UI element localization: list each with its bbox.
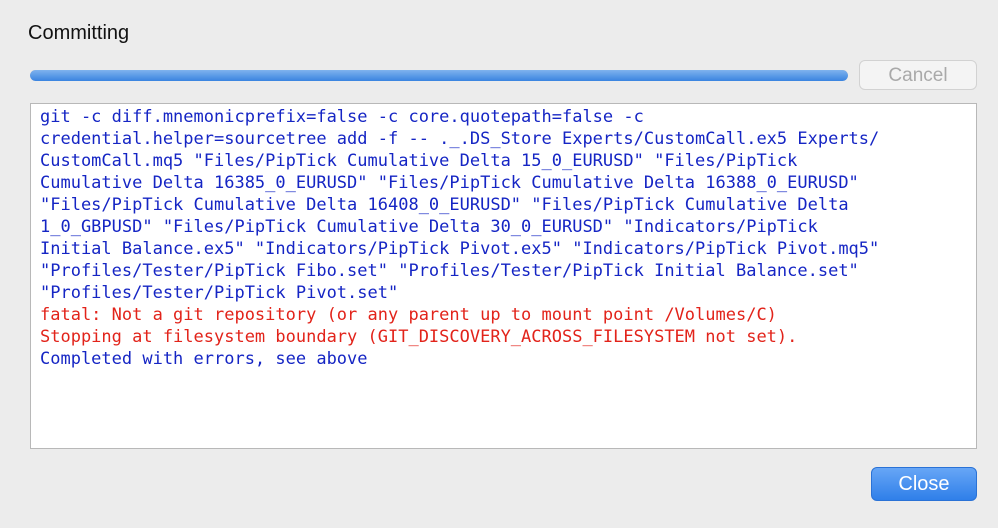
log-line: "Files/PipTick Cumulative Delta 16408_0_… bbox=[40, 195, 849, 215]
cancel-button[interactable]: Cancel bbox=[859, 60, 977, 90]
log-line: CustomCall.mq5 "Files/PipTick Cumulative… bbox=[40, 151, 798, 171]
progress-bar bbox=[30, 70, 848, 81]
close-button[interactable]: Close bbox=[871, 467, 977, 501]
log-line: Initial Balance.ex5" "Indicators/PipTick… bbox=[40, 239, 880, 259]
log-line: 1_0_GBPUSD" "Files/PipTick Cumulative De… bbox=[40, 217, 818, 237]
log-line: Completed with errors, see above bbox=[40, 349, 368, 369]
output-log[interactable]: git -c diff.mnemonicprefix=false -c core… bbox=[30, 103, 977, 449]
log-line: Cumulative Delta 16385_0_EURUSD" "Files/… bbox=[40, 173, 859, 193]
log-line: "Profiles/Tester/PipTick Pivot.set" bbox=[40, 283, 399, 303]
log-line-error: fatal: Not a git repository (or any pare… bbox=[40, 305, 777, 325]
log-line-error: Stopping at filesystem boundary (GIT_DIS… bbox=[40, 327, 798, 347]
progress-bar-fill bbox=[30, 70, 848, 81]
log-line: credential.helper=sourcetree add -f -- .… bbox=[40, 129, 880, 149]
dialog-title: Committing bbox=[28, 22, 130, 44]
log-line: "Profiles/Tester/PipTick Fibo.set" "Prof… bbox=[40, 261, 859, 281]
log-line: git -c diff.mnemonicprefix=false -c core… bbox=[40, 107, 644, 127]
